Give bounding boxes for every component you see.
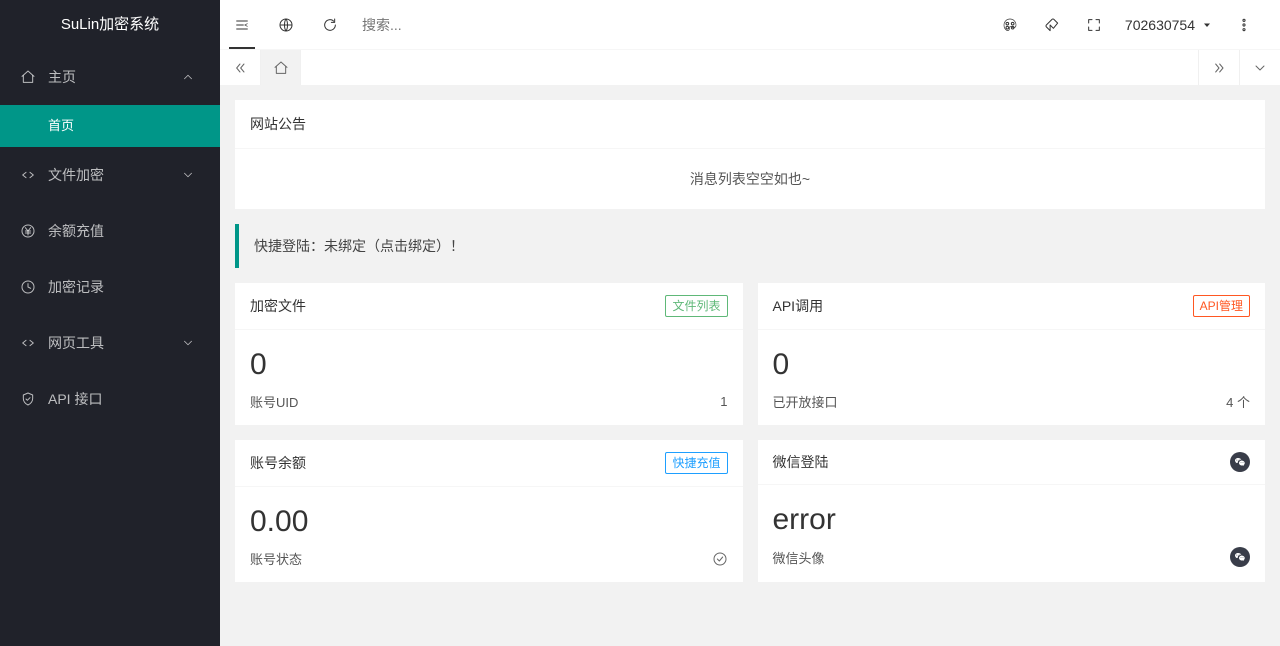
yen-icon (20, 223, 36, 239)
chevron-down-icon (181, 336, 195, 350)
sidebar-item-label: API 接口 (48, 389, 195, 409)
chevron-down-icon (181, 168, 195, 182)
more-button[interactable] (1223, 0, 1265, 49)
topbar: 702630754 (220, 0, 1280, 49)
note-button[interactable] (1031, 0, 1073, 49)
quick-login-prefix: 快捷登陆： (254, 238, 324, 254)
sidebar-item-recharge[interactable]: 余额充值 (0, 203, 220, 259)
card-footer-label: 账号状态 (250, 549, 302, 568)
quick-recharge-badge[interactable]: 快捷充值 (665, 452, 727, 474)
card-title: API调用 (773, 296, 824, 316)
user-menu[interactable]: 702630754 (1115, 17, 1223, 33)
menu-toggle-button[interactable] (220, 0, 264, 49)
globe-icon[interactable] (264, 0, 308, 49)
sidebar-submenu-home: 首页 (0, 105, 220, 147)
card-footer-label: 已开放接口 (773, 392, 838, 411)
sidebar-item-label: 网页工具 (48, 333, 181, 353)
wechat-login-card: 微信登陆 error 微信头像 (758, 440, 1266, 582)
tab-home[interactable] (261, 50, 301, 85)
announcement-card: 网站公告 消息列表空空如也~ (235, 100, 1265, 209)
sidebar-item-records[interactable]: 加密记录 (0, 259, 220, 315)
sidebar-item-webtools[interactable]: 网页工具 (0, 315, 220, 371)
chevron-up-icon (181, 70, 195, 84)
refresh-button[interactable] (308, 0, 352, 49)
card-footer-value: 4 个 (1226, 392, 1250, 411)
tabs-dropdown[interactable] (1240, 50, 1280, 85)
tabs-scroll-left[interactable] (220, 50, 260, 85)
encrypt-count-value: 0 (235, 330, 743, 392)
code-icon (20, 335, 36, 351)
sidebar-item-label: 余额充值 (48, 221, 195, 241)
sidebar-item-label: 主页 (48, 67, 181, 87)
theme-button[interactable] (989, 0, 1031, 49)
sidebar-menu: 主页 首页 文件加密 余额充值 (0, 49, 220, 646)
fullscreen-button[interactable] (1073, 0, 1115, 49)
card-title: 微信登陆 (773, 452, 829, 472)
tab-strip (220, 49, 1280, 85)
code-icon (20, 167, 36, 183)
announcement-empty-text: 消息列表空空如也~ (235, 149, 1265, 209)
sidebar-item-api[interactable]: API 接口 (0, 371, 220, 427)
username-label: 702630754 (1125, 17, 1195, 33)
sidebar: SuLin加密系统 主页 首页 文件加密 (0, 0, 220, 646)
card-title: 账号余额 (250, 453, 306, 473)
search-input[interactable] (352, 0, 989, 49)
wechat-icon (1230, 547, 1250, 567)
tabs-scroll-right[interactable] (1199, 50, 1239, 85)
sidebar-subitem-index[interactable]: 首页 (0, 105, 220, 147)
announcement-title: 网站公告 (235, 100, 1265, 149)
sidebar-item-label: 加密记录 (48, 277, 195, 297)
clock-icon (20, 279, 36, 295)
content-area: 网站公告 消息列表空空如也~ 快捷登陆：未绑定（点击绑定）！ 加密文件 文件列表… (220, 85, 1280, 646)
sidebar-item-home[interactable]: 主页 (0, 49, 220, 105)
api-count-value: 0 (758, 330, 1266, 392)
shield-icon (20, 391, 36, 407)
quick-login-status: 未绑定（点击绑定）！ (324, 238, 464, 254)
card-footer-label: 微信头像 (773, 548, 825, 567)
check-circle-icon (712, 551, 728, 567)
balance-value: 0.00 (235, 487, 743, 549)
api-manage-badge[interactable]: API管理 (1193, 295, 1250, 317)
app-title: SuLin加密系统 (0, 0, 220, 49)
balance-card: 账号余额 快捷充值 0.00 账号状态 (235, 440, 743, 582)
sidebar-item-label: 文件加密 (48, 165, 181, 185)
home-icon (20, 69, 36, 85)
wechat-login-value: error (758, 485, 1266, 547)
wechat-icon[interactable] (1230, 452, 1250, 472)
encrypt-files-card: 加密文件 文件列表 0 账号UID 1 (235, 283, 743, 425)
card-footer-value: 1 (720, 394, 727, 409)
file-list-badge[interactable]: 文件列表 (665, 295, 727, 317)
api-calls-card: API调用 API管理 0 已开放接口 4 个 (758, 283, 1266, 425)
card-footer-label: 账号UID (250, 392, 298, 411)
card-title: 加密文件 (250, 296, 306, 316)
quick-login-banner[interactable]: 快捷登陆：未绑定（点击绑定）！ (235, 224, 1265, 268)
sidebar-item-encrypt[interactable]: 文件加密 (0, 147, 220, 203)
